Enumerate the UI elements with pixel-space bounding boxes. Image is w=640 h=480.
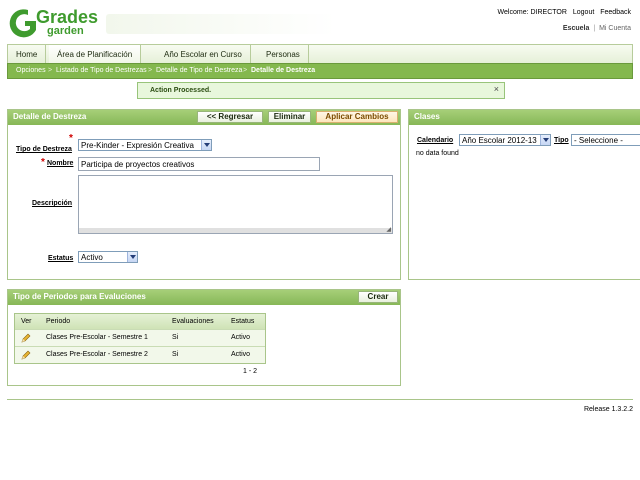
column-header-ver[interactable]: Ver bbox=[21, 318, 32, 325]
logout-link[interactable]: Logout bbox=[573, 9, 594, 16]
chevron-down-icon bbox=[127, 252, 137, 262]
descripcion-label: Descripción bbox=[32, 200, 73, 207]
account-link[interactable]: Mi Cuenta bbox=[599, 25, 631, 32]
breadcrumb-separator: > bbox=[148, 67, 153, 74]
header-banner bbox=[106, 14, 336, 34]
tipo-label: Tipo bbox=[554, 137, 569, 144]
feedback-link[interactable]: Feedback bbox=[600, 9, 631, 16]
top-links: Welcome: DIRECTOR Logout Feedback bbox=[494, 9, 631, 16]
panel-title: Detalle de Destreza bbox=[13, 112, 87, 121]
evaluaciones-cell: Si bbox=[172, 351, 179, 358]
periodo-cell: Clases Pre-Escolar - Semestre 1 bbox=[46, 334, 148, 341]
status-message-text: Action Processed. bbox=[150, 87, 212, 94]
estatus-label: Estatus bbox=[48, 255, 74, 262]
page-bottom bbox=[0, 456, 640, 480]
evaluaciones-cell: Si bbox=[172, 334, 179, 341]
logo-g-icon: Grades garden bbox=[9, 7, 98, 38]
tipo-destreza-label: Tipo de Destreza bbox=[16, 146, 72, 153]
pencil-icon[interactable] bbox=[21, 333, 31, 343]
calendario-label: Calendario bbox=[417, 137, 454, 144]
table-row[interactable]: Clases Pre-Escolar - Semestre 2 Si Activ… bbox=[15, 346, 265, 363]
periodo-cell: Clases Pre-Escolar - Semestre 2 bbox=[46, 351, 148, 358]
school-links: Escuela | Mi Cuenta bbox=[563, 25, 631, 32]
estatus-select[interactable]: Activo bbox=[78, 251, 138, 263]
table-row[interactable]: Clases Pre-Escolar - Semestre 1 Si Activ… bbox=[15, 329, 265, 346]
table-header: Ver Periodo Evaluaciones Estatus bbox=[15, 314, 265, 329]
breadcrumb-item-listado[interactable]: Listado de Tipo de Destrezas bbox=[56, 67, 147, 74]
pencil-icon[interactable] bbox=[21, 350, 31, 360]
tab-ano-escolar[interactable]: Año Escolar en Curso bbox=[156, 45, 251, 64]
panel-title-bar: Detalle de Destreza << Regresar Eliminar… bbox=[8, 110, 400, 125]
column-header-estatus[interactable]: Estatus bbox=[231, 318, 254, 325]
svg-text:Grades: Grades bbox=[36, 7, 98, 27]
release-version: Release 1.3.2.2 bbox=[583, 406, 633, 413]
estatus-value: Activo bbox=[81, 253, 103, 262]
column-header-periodo[interactable]: Periodo bbox=[46, 318, 70, 325]
periodos-table: Ver Periodo Evaluaciones Estatus Clases … bbox=[14, 313, 266, 364]
clases-panel: Clases Calendario Año Escolar 2012-13 Ti… bbox=[408, 109, 640, 280]
delete-button[interactable]: Eliminar bbox=[268, 111, 311, 123]
school-links-separator: | bbox=[593, 25, 596, 32]
descripcion-textarea[interactable]: ◢ bbox=[78, 175, 393, 234]
breadcrumb: Opciones > Listado de Tipo de Destrezas … bbox=[7, 63, 633, 79]
brand-logo[interactable]: Grades garden bbox=[6, 6, 106, 40]
tipo-destreza-select[interactable]: Pre-Kinder - Expresión Creativa bbox=[78, 139, 212, 151]
estatus-cell: Activo bbox=[231, 351, 251, 358]
breadcrumb-separator: > bbox=[48, 67, 53, 74]
periodos-panel: Tipo de Periodos para Evaluciones Crear … bbox=[7, 289, 401, 386]
nombre-value: Participa de proyectos creativos bbox=[81, 160, 195, 169]
tipo-destreza-value: Pre-Kinder - Expresión Creativa bbox=[81, 141, 194, 150]
required-marker: * bbox=[41, 157, 45, 168]
tab-area-planificacion[interactable]: Área de Planificación bbox=[49, 45, 142, 64]
panel-title-bar: Tipo de Periodos para Evaluciones Crear bbox=[8, 290, 400, 305]
footer-divider bbox=[7, 399, 633, 400]
calendario-select[interactable]: Año Escolar 2012-13 bbox=[459, 134, 551, 146]
panel-title: Clases bbox=[414, 112, 440, 121]
detalle-destreza-panel: Detalle de Destreza << Regresar Eliminar… bbox=[7, 109, 401, 280]
nombre-input[interactable]: Participa de proyectos creativos bbox=[78, 157, 320, 171]
close-icon[interactable]: × bbox=[494, 84, 499, 94]
tab-personas[interactable]: Personas bbox=[258, 45, 309, 64]
create-button[interactable]: Crear bbox=[358, 291, 398, 303]
welcome-text: Welcome: DIRECTOR bbox=[497, 9, 567, 16]
column-header-evaluaciones[interactable]: Evaluaciones bbox=[172, 318, 214, 325]
school-link[interactable]: Escuela bbox=[563, 25, 589, 32]
estatus-cell: Activo bbox=[231, 334, 251, 341]
tab-home[interactable]: Home bbox=[8, 45, 47, 64]
panel-title-bar: Clases bbox=[409, 110, 640, 125]
empty-message: no data found bbox=[416, 150, 459, 157]
tipo-select[interactable]: - Seleccione - bbox=[571, 134, 640, 146]
nombre-label: Nombre bbox=[47, 160, 74, 167]
calendario-value: Año Escolar 2012-13 bbox=[462, 136, 537, 145]
resize-grip-icon[interactable]: ◢ bbox=[386, 226, 391, 233]
breadcrumb-item-detalle-tipo[interactable]: Detalle de Tipo de Destreza bbox=[156, 67, 242, 74]
svg-text:garden: garden bbox=[47, 25, 84, 37]
chevron-down-icon bbox=[540, 135, 550, 145]
panel-title: Tipo de Periodos para Evaluciones bbox=[13, 292, 146, 301]
chevron-down-icon bbox=[201, 140, 211, 150]
breadcrumb-item-current: Detalle de Destreza bbox=[251, 67, 316, 74]
textarea-scrollbar[interactable] bbox=[79, 228, 392, 233]
back-button[interactable]: << Regresar bbox=[197, 111, 263, 123]
tipo-value: - Seleccione - bbox=[574, 136, 623, 145]
main-nav: Home Área de Planificación Año Escolar e… bbox=[7, 44, 633, 64]
status-message: Action Processed. × bbox=[137, 82, 505, 99]
breadcrumb-item-opciones[interactable]: Opciones bbox=[16, 67, 46, 74]
required-marker: * bbox=[69, 133, 73, 144]
apply-changes-button[interactable]: Aplicar Cambios bbox=[316, 111, 398, 123]
pagination: 1 - 2 bbox=[243, 368, 258, 375]
breadcrumb-separator: > bbox=[243, 67, 248, 74]
